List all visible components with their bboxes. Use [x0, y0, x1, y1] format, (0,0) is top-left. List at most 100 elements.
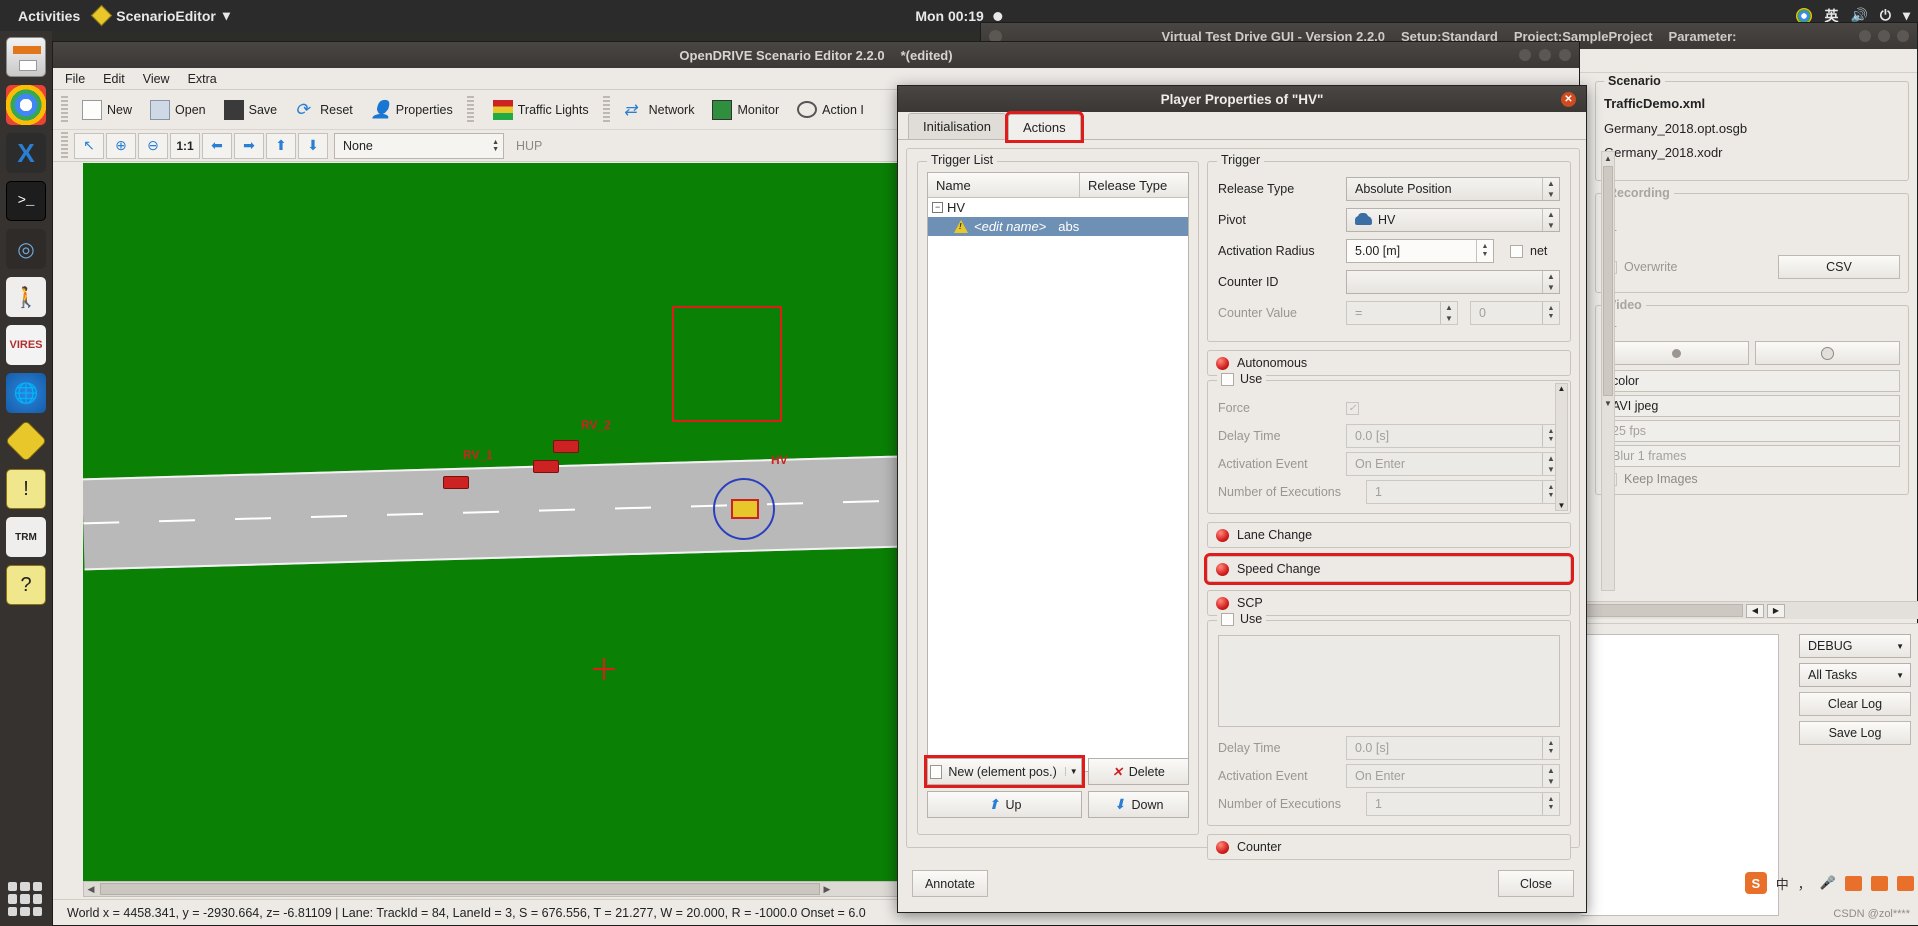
section-lane-change[interactable]: Lane Change — [1207, 522, 1571, 548]
chevron-down-icon[interactable]: ▼ — [1065, 767, 1081, 776]
csv-button[interactable]: CSV — [1778, 255, 1900, 279]
activation-radius-input[interactable]: 5.00 [m] ▲ ▼ — [1346, 239, 1494, 263]
minimize-button[interactable] — [1859, 30, 1871, 42]
log-level-select[interactable]: DEBUG ▼ — [1799, 634, 1911, 658]
spinner-arrows-icon[interactable]: ▲ ▼ — [1542, 178, 1559, 200]
close-button[interactable] — [1559, 49, 1571, 61]
video-snapshot-button[interactable] — [1755, 341, 1900, 365]
new-button[interactable]: New — [74, 96, 140, 124]
toolbar-grip[interactable] — [602, 95, 610, 124]
properties-button[interactable]: 👤 Properties — [363, 96, 461, 124]
globe-icon[interactable]: 🌐 — [6, 373, 46, 413]
delay-time-input[interactable]: 0.0 [s] ▲ ▼ — [1346, 424, 1560, 448]
microphone-icon[interactable]: 🎤 — [1820, 875, 1836, 891]
video-codec-field[interactable]: AVI jpeg — [1604, 395, 1900, 417]
spinner-arrows-icon[interactable]: ▲ ▼ — [1542, 793, 1559, 815]
menu-view[interactable]: View — [143, 72, 170, 86]
menu-file[interactable]: File — [65, 72, 85, 86]
scp-number-of-executions-input[interactable]: 1 ▲ ▼ — [1366, 792, 1560, 816]
counter-id-select[interactable]: ▲ ▼ — [1346, 270, 1560, 294]
pointer-tool[interactable]: ↖ — [74, 132, 104, 159]
tab-initialisation[interactable]: Initialisation — [908, 113, 1006, 139]
scrollbar-thumb[interactable] — [1603, 166, 1613, 396]
traffic-lights-button[interactable]: Traffic Lights — [480, 96, 597, 124]
column-header-release-type[interactable]: Release Type — [1080, 173, 1167, 197]
activation-event-select[interactable]: On Enter ▲ ▼ — [1346, 452, 1560, 476]
toolbar-grip[interactable] — [61, 131, 68, 160]
spinner-arrows-icon[interactable]: ▲ ▼ — [1476, 240, 1493, 262]
menu-edit[interactable]: Edit — [103, 72, 125, 86]
force-checkbox[interactable]: ✓ — [1346, 401, 1359, 415]
net-checkbox[interactable] — [1510, 244, 1523, 258]
new-trigger-button[interactable]: New (element pos.) ▼ — [923, 755, 1086, 788]
reset-button[interactable]: ⟳ Reset — [287, 96, 361, 124]
monitor-button[interactable]: Monitor — [704, 96, 787, 124]
table-row[interactable]: <edit name> abs — [928, 217, 1188, 236]
spinner-arrows-icon[interactable]: ▲ ▼ — [1440, 302, 1457, 324]
section-counter[interactable]: Counter — [1207, 834, 1571, 860]
scroll-up-arrow-icon[interactable]: ▲ — [1602, 152, 1614, 165]
activities-button[interactable]: Activities — [0, 8, 94, 24]
spinner-arrows-icon[interactable]: ▲ ▼ — [1542, 765, 1559, 787]
vehicle-rv1-b[interactable] — [443, 476, 469, 489]
pivot-select[interactable]: HV ▲ ▼ — [1346, 208, 1560, 232]
release-type-select[interactable]: Absolute Position ▲ ▼ — [1346, 177, 1560, 201]
show-applications-icon[interactable] — [8, 882, 42, 916]
action-button[interactable]: Action I — [789, 97, 872, 122]
scroll-left-arrow-icon[interactable]: ◀ — [1746, 603, 1764, 618]
overwrite-checkbox-row[interactable]: Overwrite — [1604, 260, 1677, 274]
use-checkbox[interactable] — [1221, 612, 1234, 626]
zoom-in-button[interactable]: ⊕ — [106, 132, 136, 159]
spinner-arrows-icon[interactable]: ▲ ▼ — [1542, 209, 1559, 231]
video-blur-field[interactable]: Blur 1 frames — [1604, 445, 1900, 467]
scroll-left-arrow-icon[interactable]: ◀ — [84, 884, 98, 895]
pan-down-button[interactable]: ⬇ — [298, 132, 328, 159]
close-button[interactable]: Close — [1498, 870, 1574, 897]
pan-left-button[interactable]: ⬅ — [202, 132, 232, 159]
save-log-button[interactable]: Save Log — [1799, 721, 1911, 745]
layer-select[interactable]: None ▲ ▼ — [334, 132, 504, 159]
scroll-down-arrow-icon[interactable]: ▼ — [1602, 397, 1614, 410]
delete-trigger-button[interactable]: ✕ Delete — [1088, 758, 1189, 785]
app-menu-button[interactable]: ScenarioEditor ▾ — [91, 4, 230, 27]
video-color-field[interactable]: color — [1604, 370, 1900, 392]
clear-log-button[interactable]: Clear Log — [1799, 692, 1911, 716]
keyboard-icon[interactable] — [1845, 875, 1862, 891]
toolbox-icon[interactable] — [1871, 875, 1888, 891]
zoom-out-button[interactable]: ⊖ — [138, 132, 168, 159]
vtd-panel-scrollbar[interactable]: ▲ ▼ — [1601, 151, 1615, 591]
annotate-button[interactable]: Annotate — [912, 870, 988, 897]
autonomous-use-row[interactable]: Use — [1217, 372, 1267, 386]
pedestrian-icon[interactable]: 🚶 — [6, 277, 46, 317]
zoom-reset-button[interactable]: 1:1 — [170, 132, 200, 159]
video-fps-field[interactable]: 25 fps — [1604, 420, 1900, 442]
scp-delay-time-input[interactable]: 0.0 [s] ▲ ▼ — [1346, 736, 1560, 760]
spinner-arrows-icon[interactable]: ▲ ▼ — [1542, 737, 1559, 759]
menu-extra[interactable]: Extra — [188, 72, 217, 86]
collapse-expander-icon[interactable]: − — [932, 202, 943, 213]
column-header-name[interactable]: Name — [928, 173, 1080, 197]
pan-up-button[interactable]: ⬆ — [266, 132, 296, 159]
close-icon[interactable]: ✕ — [1561, 91, 1576, 107]
open-button[interactable]: Open — [142, 96, 214, 124]
scenario-editor-launcher-icon[interactable] — [4, 419, 48, 463]
autonomous-panel-scrollbar[interactable]: ▲ ▼ — [1555, 383, 1568, 511]
save-button[interactable]: Save — [216, 96, 286, 124]
ego-vehicle-hv[interactable] — [731, 499, 759, 519]
tab-actions[interactable]: Actions — [1004, 111, 1084, 143]
trigger-tree[interactable]: Name Release Type − HV <edit name> abs — [927, 172, 1189, 772]
pan-right-button[interactable]: ➡ — [234, 132, 264, 159]
vscode-icon[interactable]: X — [6, 133, 46, 173]
log-tasks-select[interactable]: All Tasks ▼ — [1799, 663, 1911, 687]
number-of-executions-input[interactable]: 1 ▲ ▼ — [1366, 480, 1560, 504]
vires-icon[interactable]: VIRES — [6, 325, 46, 365]
scroll-down-arrow-icon[interactable]: ▼ — [1558, 501, 1566, 510]
counter-value-input[interactable]: 0 ▲ ▼ — [1470, 301, 1560, 325]
maximize-button[interactable] — [1539, 49, 1551, 61]
chrome-icon[interactable] — [6, 85, 46, 125]
fullwidth-icon[interactable]: ， — [1798, 874, 1811, 893]
spinner-arrows-icon[interactable]: ▲ ▼ — [1542, 302, 1559, 324]
spinner-arrows-icon[interactable]: ▲ ▼ — [1542, 271, 1559, 293]
close-button[interactable] — [1897, 30, 1909, 42]
video-record-button[interactable] — [1604, 341, 1749, 365]
